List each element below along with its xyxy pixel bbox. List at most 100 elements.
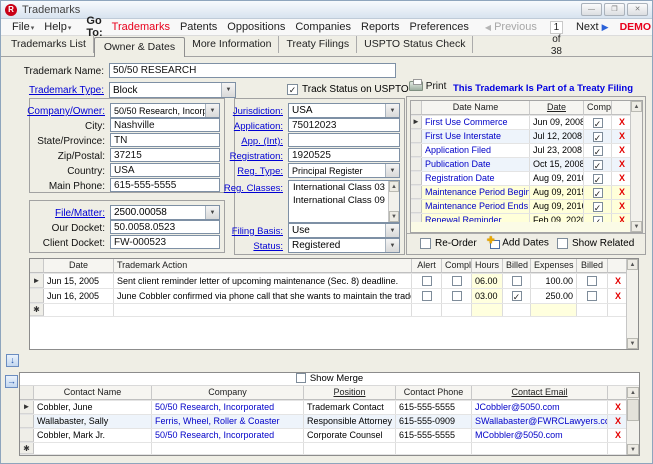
scroll-down-icon[interactable]: ▼ — [627, 338, 638, 349]
jurisdiction-label[interactable]: Jurisdiction: — [233, 106, 283, 117]
registration-label[interactable]: Registration: — [230, 151, 283, 162]
dropdown-arrow-icon[interactable]: ▼ — [205, 104, 219, 117]
new-row[interactable]: ✱ — [30, 304, 638, 317]
arrow-down-icon-button[interactable]: ↓ — [6, 354, 19, 367]
trademark-name-input[interactable] — [109, 63, 396, 78]
menu-goto-patents[interactable]: Patents — [175, 21, 222, 33]
compl-checkbox[interactable]: ✓ — [593, 132, 603, 142]
company-owner-label[interactable]: Company/Owner: — [27, 106, 105, 117]
print-button[interactable]: Print — [409, 81, 446, 92]
delete-date-icon[interactable]: X — [612, 200, 632, 213]
compl-checkbox[interactable]: ✓ — [593, 188, 603, 198]
menu-file[interactable]: File▾ — [7, 21, 39, 33]
menu-goto-preferences[interactable]: Preferences — [405, 21, 474, 33]
close-icon[interactable]: ✕ — [627, 3, 648, 16]
compl-checkbox[interactable]: ✓ — [593, 146, 603, 156]
menu-help[interactable]: Help▾ — [39, 21, 76, 33]
table-row[interactable]: Registration Date Aug 09, 2010 ✓ X — [411, 172, 642, 186]
checkbox-icon[interactable] — [296, 373, 306, 383]
dropdown-arrow-icon[interactable]: ▼ — [221, 83, 235, 97]
menu-goto-companies[interactable]: Companies — [290, 21, 356, 33]
scroll-down-icon[interactable]: ▼ — [389, 211, 399, 222]
alert-checkbox[interactable] — [422, 276, 432, 286]
dropdown-arrow-icon[interactable]: ▼ — [385, 224, 399, 237]
table-row[interactable]: ► Cobbler, June 50/50 Research, Incorpor… — [20, 401, 639, 415]
trademark-type-label[interactable]: Trademark Type: — [29, 85, 104, 96]
scroll-down-icon[interactable]: ▼ — [631, 221, 642, 232]
reg-classes-scrollbar[interactable]: ▲ ▼ — [388, 181, 399, 222]
table-row[interactable]: Application Filed Jul 23, 2008 ✓ X — [411, 144, 642, 158]
delete-date-icon[interactable]: X — [612, 116, 632, 129]
delete-contact-icon[interactable]: X — [608, 401, 628, 414]
status-label[interactable]: Status: — [253, 241, 283, 252]
dropdown-arrow-icon[interactable]: ▼ — [385, 239, 399, 252]
dates-scrollbar[interactable]: ▲ ▼ — [630, 101, 642, 232]
delete-date-icon[interactable]: X — [612, 144, 632, 157]
row-selector[interactable] — [411, 172, 422, 185]
filing-basis-label[interactable]: Filing Basis: — [232, 226, 283, 237]
compl-checkbox[interactable]: ✓ — [593, 160, 603, 170]
row-selector[interactable] — [20, 429, 34, 442]
table-row[interactable]: ► Jun 15, 2005 Sent client reminder lett… — [30, 274, 638, 289]
arrow-right-icon-button[interactable]: → — [5, 375, 18, 388]
record-position-box[interactable]: 1 of 38 — [550, 21, 563, 34]
show-related-checkbox[interactable]: Show Related — [557, 238, 634, 249]
reorder-checkbox[interactable]: Re-Order — [420, 238, 477, 249]
scroll-down-icon[interactable]: ▼ — [627, 444, 639, 455]
app-int-label[interactable]: App. (Int): — [241, 136, 283, 147]
file-matter-select[interactable]: 2500.00058 ▼ — [110, 205, 220, 220]
tab-treaty-filings[interactable]: Treaty Filings — [279, 36, 357, 53]
file-matter-label[interactable]: File/Matter: — [55, 208, 105, 219]
filing-basis-select[interactable]: Use ▼ — [288, 223, 400, 238]
table-row[interactable]: Cobbler, Mark Jr. 50/50 Research, Incorp… — [20, 429, 639, 443]
jurisdiction-select[interactable]: USA ▼ — [288, 103, 400, 118]
list-item[interactable]: International Class 09 X — [289, 194, 399, 207]
show-merge-checkbox[interactable]: Show Merge — [296, 373, 363, 384]
billed-checkbox[interactable]: ✓ — [512, 291, 522, 301]
new-row[interactable]: ✱ — [20, 443, 639, 455]
delete-date-icon[interactable]: X — [612, 130, 632, 143]
row-selector[interactable] — [411, 158, 422, 171]
row-selector[interactable] — [411, 200, 422, 213]
compl-checkbox[interactable]: ✓ — [593, 174, 603, 184]
app-int-input[interactable] — [288, 133, 400, 147]
company-owner-select[interactable]: 50/50 Research, Incorporated ▼ — [110, 103, 220, 118]
col-date[interactable]: Date — [530, 101, 584, 115]
compl-checkbox[interactable]: ✓ — [593, 202, 603, 212]
dropdown-arrow-icon[interactable]: ▼ — [205, 206, 219, 219]
reg-type-label[interactable]: Reg. Type: — [237, 166, 283, 177]
row-selector[interactable] — [411, 130, 422, 143]
compl-checkbox[interactable]: ✓ — [593, 118, 603, 128]
checkbox-icon[interactable]: ✓ — [287, 84, 298, 95]
delete-contact-icon[interactable]: X — [608, 415, 628, 428]
scroll-up-icon[interactable]: ▲ — [627, 387, 639, 398]
dropdown-arrow-icon[interactable]: ▼ — [385, 164, 399, 177]
col-position[interactable]: Position — [304, 386, 396, 400]
compl-checkbox[interactable] — [452, 276, 462, 286]
scrollbar-thumb[interactable] — [627, 399, 639, 421]
tab-owner-dates[interactable]: Owner & Dates — [94, 37, 185, 57]
zip-input[interactable] — [110, 148, 220, 162]
row-selector[interactable] — [20, 415, 34, 428]
table-row[interactable]: Maintenance Period Ends Aug 09, 2016 ✓ X — [411, 200, 642, 214]
delete-contact-icon[interactable]: X — [608, 429, 628, 442]
compl-checkbox[interactable] — [452, 291, 462, 301]
table-row[interactable]: Wallabaster, Sally Ferris, Wheel, Roller… — [20, 415, 639, 429]
row-selector[interactable] — [30, 289, 44, 303]
state-input[interactable] — [110, 133, 220, 147]
tab-uspto-status-check[interactable]: USPTO Status Check — [357, 36, 473, 53]
actions-scrollbar[interactable]: ▲ ▼ — [626, 259, 638, 349]
next-record-button[interactable]: Next ▶ — [571, 21, 614, 33]
checkbox-icon[interactable] — [420, 238, 431, 249]
col-contact-email[interactable]: Contact Email — [472, 386, 608, 400]
country-input[interactable] — [110, 163, 220, 177]
menu-goto-reports[interactable]: Reports — [356, 21, 405, 33]
dropdown-arrow-icon[interactable]: ▼ — [385, 104, 399, 117]
client-docket-input[interactable] — [110, 235, 220, 249]
status-select[interactable]: Registered ▼ — [288, 238, 400, 253]
delete-date-icon[interactable]: X — [612, 158, 632, 171]
delete-date-icon[interactable]: X — [612, 172, 632, 185]
row-selector[interactable] — [411, 186, 422, 199]
table-row[interactable]: Maintenance Period Begins Aug 09, 2015 ✓… — [411, 186, 642, 200]
table-row[interactable]: ► First Use Commerce Jun 09, 2008 ✓ X — [411, 116, 642, 130]
